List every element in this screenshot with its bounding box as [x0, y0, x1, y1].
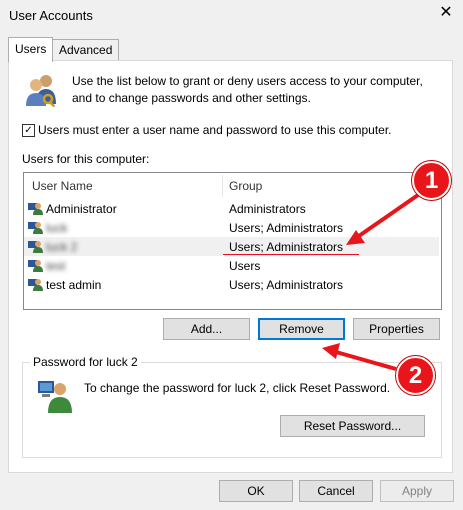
tab-users[interactable]: Users	[8, 37, 54, 62]
annotation-badge-1: 1	[412, 161, 451, 200]
arrow-2-head	[322, 343, 340, 359]
annotation-badge-2: 2	[396, 356, 435, 395]
annotation-arrows	[322, 193, 420, 371]
arrow-2-line	[335, 350, 397, 371]
arrow-1-line	[354, 193, 420, 240]
